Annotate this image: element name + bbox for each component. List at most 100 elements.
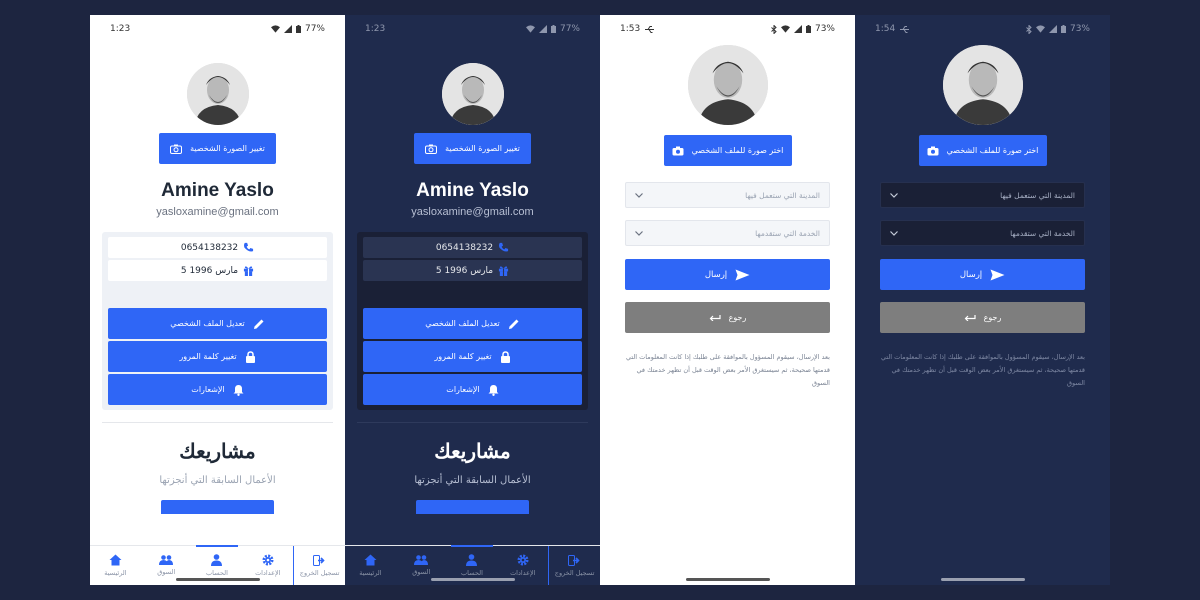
add-project-button[interactable]	[416, 500, 529, 514]
profile-avatar	[441, 63, 504, 125]
profile-email: yasloxamine@gmail.com	[156, 206, 279, 218]
phone-row: 0654138232	[108, 237, 327, 258]
battery-icon	[295, 25, 301, 33]
return-arrow-icon	[964, 315, 976, 321]
nav-settings-label: الإعدادات	[510, 569, 536, 577]
nav-home[interactable]: الرئيسية	[90, 546, 141, 585]
edit-profile-button[interactable]: تعديل الملف الشخصي	[363, 308, 582, 339]
nav-home-label: الرئيسية	[359, 569, 382, 577]
signal-icon	[283, 25, 292, 33]
send-label: إرسال	[704, 269, 728, 280]
users-icon	[159, 555, 174, 565]
pick-photo-button[interactable]: اختر صورة للملف الشخصي	[918, 135, 1047, 166]
return-arrow-icon	[709, 315, 721, 321]
pick-photo-label: اختر صورة للملف الشخصي	[946, 146, 1039, 155]
profile-avatar	[687, 45, 768, 125]
phone-number: 0654138232	[435, 242, 494, 253]
birthday-row: 5 مارس 1996	[363, 260, 582, 281]
service-select[interactable]: الخدمة التي ستقدمها	[625, 220, 830, 246]
back-button[interactable]: رجوع	[625, 302, 830, 333]
profile-name: Amine Yaslo	[416, 180, 529, 201]
gift-icon	[499, 266, 509, 276]
back-button[interactable]: رجوع	[880, 302, 1085, 333]
home-indicator	[685, 578, 770, 581]
status-time: 1:54	[875, 24, 896, 34]
nav-logout-label: تسجيل الخروج	[299, 568, 340, 577]
phone-icon	[244, 242, 254, 252]
profile-info-card: 0654138232 5 مارس 1996 تعديل الملف الشخص…	[102, 232, 333, 410]
edit-profile-label: تعديل الملف الشخصي	[425, 319, 500, 328]
pencil-icon	[508, 319, 519, 329]
lock-icon	[245, 350, 255, 363]
projects-subtitle: الأعمال السابقة التي أنجزتها	[159, 475, 276, 486]
change-photo-label: تغيير الصورة الشخصية	[190, 144, 265, 153]
back-label: رجوع	[728, 313, 747, 322]
change-photo-button[interactable]: تغيير الصورة الشخصية	[159, 133, 276, 164]
phone-row: 0654138232	[363, 237, 582, 258]
phone-number: 0654138232	[180, 242, 239, 253]
change-password-button[interactable]: تغيير كلمة المرور	[363, 341, 582, 372]
status-bar: 1:23 77%	[90, 15, 345, 43]
nav-settings-label: الإعدادات	[255, 569, 281, 577]
notifications-button[interactable]: الإشعارات	[363, 374, 582, 405]
nav-logout[interactable]: تسجيل الخروج	[293, 546, 345, 585]
chevron-down-icon	[890, 230, 898, 236]
city-select[interactable]: المدينة التي ستعمل فيها	[880, 182, 1085, 208]
nav-market-label: السوق	[157, 568, 176, 576]
signal-icon	[1048, 25, 1057, 33]
camera-icon	[672, 146, 684, 155]
battery-level: 73%	[1069, 24, 1090, 34]
nav-logout[interactable]: تسجيل الخروج	[548, 546, 600, 585]
birthday-date: 5 مارس 1996	[435, 265, 494, 276]
change-photo-button[interactable]: تغيير الصورة الشخصية	[414, 133, 531, 164]
service-request-screen-light: 1:53 73% اختر صورة للملف الشخصي المدينة …	[600, 15, 855, 585]
change-password-button[interactable]: تغيير كلمة المرور	[108, 341, 327, 372]
chevron-down-icon	[635, 230, 643, 236]
edit-profile-button[interactable]: تعديل الملف الشخصي	[108, 308, 327, 339]
add-project-button[interactable]	[161, 500, 274, 514]
service-placeholder: الخدمة التي ستقدمها	[755, 228, 820, 238]
change-password-label: تغيير كلمة المرور	[179, 352, 237, 361]
home-indicator	[940, 578, 1025, 581]
send-button[interactable]: إرسال	[880, 259, 1085, 290]
projects-subtitle: الأعمال السابقة التي أنجزتها	[414, 475, 531, 486]
send-button[interactable]: إرسال	[625, 259, 830, 290]
profile-email: yasloxamine@gmail.com	[411, 206, 534, 218]
chevron-down-icon	[890, 192, 898, 198]
camera-icon	[927, 146, 939, 155]
status-time: 1:53	[620, 24, 641, 34]
pencil-icon	[253, 319, 264, 329]
signal-icon	[793, 25, 802, 33]
city-placeholder: المدينة التي ستعمل فيها	[745, 190, 820, 200]
edit-profile-label: تعديل الملف الشخصي	[170, 319, 245, 328]
notifications-label: الإشعارات	[191, 385, 225, 394]
wifi-icon	[525, 25, 535, 33]
users-icon	[414, 555, 429, 565]
send-label: إرسال	[959, 269, 983, 280]
chevron-down-icon	[635, 192, 643, 198]
battery-icon	[1060, 25, 1066, 33]
logout-icon	[568, 554, 580, 566]
wifi-icon	[270, 25, 280, 33]
nav-market-label: السوق	[412, 568, 431, 576]
nav-account-label: الحساب	[461, 569, 483, 577]
gift-icon	[244, 266, 254, 276]
profile-avatar	[942, 45, 1023, 125]
pick-photo-button[interactable]: اختر صورة للملف الشخصي	[663, 135, 792, 166]
battery-level: 73%	[814, 24, 835, 34]
city-select[interactable]: المدينة التي ستعمل فيها	[625, 182, 830, 208]
battery-icon	[805, 25, 811, 33]
logout-icon	[313, 554, 325, 566]
notifications-button[interactable]: الإشعارات	[108, 374, 327, 405]
status-time: 1:23	[365, 24, 386, 34]
service-select[interactable]: الخدمة التي ستقدمها	[880, 220, 1085, 246]
usb-icon	[900, 25, 910, 33]
send-icon	[735, 269, 750, 280]
notifications-label: الإشعارات	[446, 385, 480, 394]
nav-home[interactable]: الرئيسية	[345, 546, 396, 585]
birthday-row: 5 مارس 1996	[108, 260, 327, 281]
divider	[357, 422, 588, 423]
birthday-date: 5 مارس 1996	[180, 265, 239, 276]
profile-screen-light: 1:23 77% تغيير الصورة الشخصية Amine Yasl…	[90, 15, 345, 585]
nav-account-label: الحساب	[206, 569, 228, 577]
